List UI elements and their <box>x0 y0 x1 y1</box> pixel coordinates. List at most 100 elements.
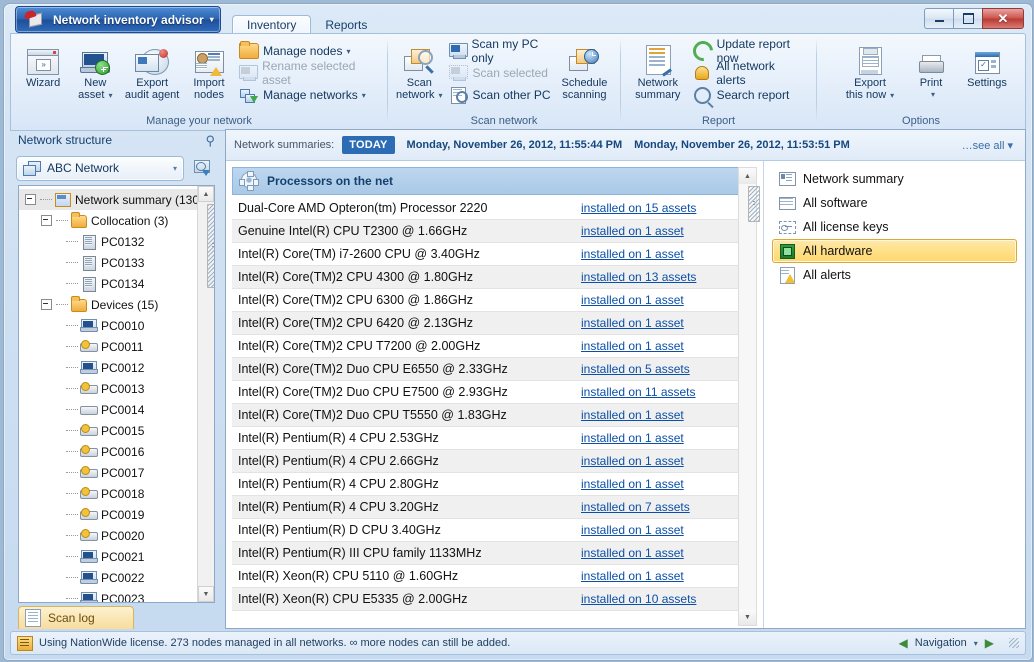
network-summary-button[interactable]: Network summary <box>627 38 689 101</box>
installed-assets-link[interactable]: installed on 5 assets <box>581 362 757 376</box>
schedule-scanning-button[interactable]: Schedule scanning <box>555 38 614 101</box>
installed-assets-link[interactable]: installed on 10 assets <box>581 592 757 606</box>
tree-node[interactable]: PC0021 <box>19 546 197 567</box>
tree-node[interactable]: PC0016 <box>19 441 197 462</box>
installed-assets-link[interactable]: installed on 1 asset <box>581 247 757 261</box>
tree-node[interactable]: PC0015 <box>19 420 197 441</box>
tree-node[interactable]: PC0013 <box>19 378 197 399</box>
application-menu-button[interactable]: Network inventory advisor ▾ <box>15 6 221 33</box>
pin-icon[interactable]: ⚲ <box>205 133 215 149</box>
scroll-down-button[interactable]: ▼ <box>739 609 756 625</box>
app-title: Network inventory advisor <box>53 12 204 27</box>
report-scroll-thumb[interactable] <box>748 186 760 222</box>
installed-assets-link[interactable]: installed on 1 asset <box>581 454 757 468</box>
tree-node[interactable]: PC0023 <box>19 588 197 602</box>
tree-node[interactable]: PC0014 <box>19 399 197 420</box>
scan-my-pc-only-item[interactable]: Scan my PC only <box>445 37 555 65</box>
installed-assets-link[interactable]: installed on 1 asset <box>581 316 757 330</box>
close-button[interactable]: ✕ <box>982 8 1024 29</box>
nav-next-button[interactable]: ▶ <box>985 636 994 650</box>
chevron-down-icon: ▾ <box>1007 139 1013 152</box>
minimize-button[interactable] <box>924 8 953 29</box>
category-item[interactable]: All license keys <box>772 215 1017 239</box>
export-this-now-button[interactable]: Export this now ▾ <box>837 38 903 102</box>
tree-node[interactable]: PC0010 <box>19 315 197 336</box>
tree-expander[interactable] <box>41 215 52 226</box>
category-item[interactable]: All hardware <box>772 239 1017 263</box>
summary-date-1[interactable]: Monday, November 26, 2012, 11:55:44 PM <box>407 139 623 151</box>
export-audit-agent-label-line2: audit agent <box>124 89 180 101</box>
processor-name: Intel(R) Core(TM)2 CPU T7200 @ 2.00GHz <box>238 339 481 353</box>
category-item[interactable]: All alerts <box>772 263 1017 287</box>
tree-node[interactable]: PC0019 <box>19 504 197 525</box>
processor-name: Intel(R) Pentium(R) D CPU 3.40GHz <box>238 523 441 537</box>
installed-assets-link[interactable]: installed on 1 asset <box>581 523 757 537</box>
scroll-up-button[interactable]: ▲ <box>739 168 756 184</box>
tree-node-label: PC0022 <box>101 570 145 585</box>
all-network-alerts-item[interactable]: All network alerts <box>689 59 810 87</box>
tree-scrollbar[interactable]: ▲ ▼ <box>197 186 214 602</box>
tree-expander[interactable] <box>25 194 36 205</box>
scroll-up-button[interactable]: ▲ <box>198 186 214 202</box>
installed-assets-link[interactable]: installed on 13 assets <box>581 270 757 284</box>
tree-node[interactable]: Network summary (130) <box>19 189 197 210</box>
installed-assets-link[interactable]: installed on 1 asset <box>581 477 757 491</box>
tree-node-label: PC0133 <box>101 255 145 270</box>
installed-assets-link[interactable]: installed on 1 asset <box>581 546 757 560</box>
chevron-down-icon[interactable]: ▾ <box>974 639 978 648</box>
summary-date-2[interactable]: Monday, November 26, 2012, 11:53:51 PM <box>634 139 850 151</box>
installed-assets-link[interactable]: installed on 1 asset <box>581 293 757 307</box>
import-nodes-button[interactable]: Import nodes <box>183 38 235 101</box>
tree-node[interactable]: PC0018 <box>19 483 197 504</box>
installed-assets-link[interactable]: installed on 11 assets <box>581 385 757 399</box>
tree-node[interactable]: PC0011 <box>19 336 197 357</box>
maximize-button[interactable] <box>953 8 982 29</box>
nav-prev-button[interactable]: ◀ <box>899 636 908 650</box>
network-summaries-bar: Network summaries: TODAY Monday, Novembe… <box>226 130 1025 161</box>
settings-button[interactable]: ✓ Settings <box>959 38 1015 89</box>
tree-scroll-thumb[interactable] <box>207 204 214 288</box>
see-all-button[interactable]: …see all ▾ <box>962 139 1013 152</box>
installed-assets-link[interactable]: installed on 1 asset <box>581 339 757 353</box>
tree-node[interactable]: PC0132 <box>19 231 197 252</box>
category-item[interactable]: All software <box>772 191 1017 215</box>
print-button[interactable]: Print ▾ <box>903 38 959 101</box>
search-report-item[interactable]: Search report <box>689 84 810 106</box>
tree-node[interactable]: PC0133 <box>19 252 197 273</box>
wizard-button[interactable]: » Wizard <box>17 38 69 89</box>
tab-inventory[interactable]: Inventory <box>232 15 312 35</box>
tree-connector <box>66 513 78 516</box>
tree-node[interactable]: Collocation (3) <box>19 210 197 231</box>
manage-networks-item[interactable]: Manage networks ▾ <box>235 84 381 106</box>
tree-expander[interactable] <box>41 299 52 310</box>
scan-node-button[interactable] <box>189 156 217 181</box>
installed-assets-link[interactable]: installed on 1 asset <box>581 224 757 238</box>
table-row: Intel(R) Core(TM)2 Duo CPU E7500 @ 2.93G… <box>232 381 757 404</box>
report-scrollbar[interactable]: ▲ ▼ <box>738 167 760 626</box>
installed-assets-link[interactable]: installed on 1 asset <box>581 408 757 422</box>
installed-assets-link[interactable]: installed on 7 assets <box>581 500 757 514</box>
resize-grip[interactable] <box>1009 638 1019 648</box>
tree-node[interactable]: PC0022 <box>19 567 197 588</box>
tree-node[interactable]: Devices (15) <box>19 294 197 315</box>
today-badge[interactable]: TODAY <box>342 136 395 154</box>
installed-assets-link[interactable]: installed on 1 asset <box>581 431 757 445</box>
scan-other-pc-item[interactable]: Scan other PC <box>445 84 555 106</box>
ribbon-group-label-scan: Scan network <box>470 115 538 127</box>
tree-node[interactable]: PC0017 <box>19 462 197 483</box>
installed-assets-link[interactable]: installed on 15 assets <box>581 201 757 215</box>
network-selector[interactable]: ABC Network ▾ <box>16 155 184 181</box>
export-audit-agent-button[interactable]: Export audit agent <box>121 38 182 101</box>
tree-node[interactable]: PC0020 <box>19 525 197 546</box>
maximize-icon <box>962 13 974 24</box>
tree-node[interactable]: PC0134 <box>19 273 197 294</box>
schedule-scanning-label-line2: scanning <box>562 89 607 101</box>
scan-network-button[interactable]: Scan network ▾ <box>394 38 445 102</box>
tree-node[interactable]: PC0012 <box>19 357 197 378</box>
category-item[interactable]: Network summary <box>772 167 1017 191</box>
scan-selected-label: Scan selected <box>472 66 548 80</box>
new-asset-button[interactable]: New asset ▾ <box>69 38 121 102</box>
installed-assets-link[interactable]: installed on 1 asset <box>581 569 757 583</box>
scan-log-tab[interactable]: Scan log <box>18 606 134 629</box>
scroll-down-button[interactable]: ▼ <box>198 586 214 602</box>
